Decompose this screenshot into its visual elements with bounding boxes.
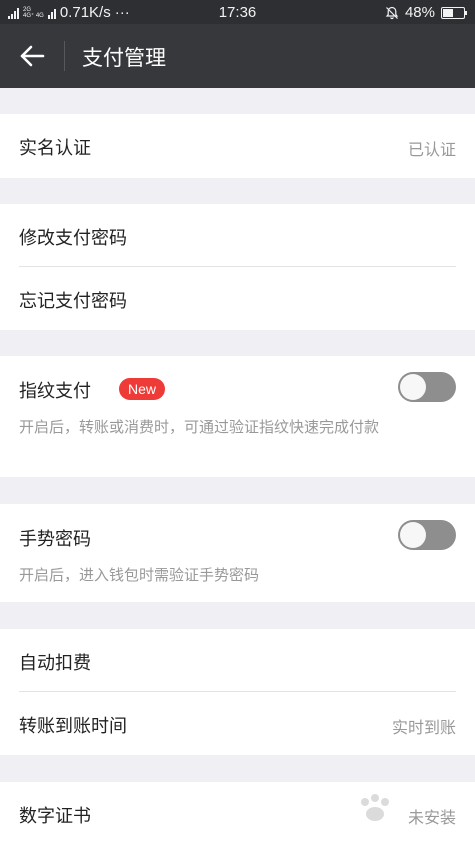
row-change-password[interactable]: 修改支付密码 (0, 204, 475, 267)
app-header: 支付管理 (0, 24, 475, 88)
arrow-left-icon (20, 45, 45, 67)
transfer-time-label: 转账到账时间 (19, 716, 127, 737)
new-badge: New (119, 378, 166, 400)
row-forgot-password[interactable]: 忘记支付密码 (0, 267, 475, 330)
back-button[interactable] (12, 36, 52, 76)
battery-percent: 48% (404, 4, 435, 21)
fingerprint-toggle[interactable] (398, 372, 456, 402)
transfer-time-value: 实时到账 (391, 718, 456, 737)
page-title: 支付管理 (82, 46, 166, 70)
bell-muted-icon (385, 6, 399, 19)
real-name-value: 已认证 (407, 140, 456, 159)
header-divider (64, 41, 65, 71)
status-bar: 2G 4G⁺ 4G 0.71K/s ··· 17:36 48% (0, 0, 475, 24)
group-gesture: 手势密码 开启后，进入钱包时需验证手势密码 (0, 504, 475, 602)
change-password-label: 修改支付密码 (19, 228, 127, 249)
row-real-name[interactable]: 实名认证 已认证 (0, 114, 475, 178)
certificate-label: 数字证书 (19, 806, 91, 827)
fingerprint-description: 开启后，转账或消费时，可通过验证指纹快速完成付款 (19, 418, 380, 436)
row-auto-deduct[interactable]: 自动扣费 (0, 629, 475, 692)
auto-deduct-label: 自动扣费 (19, 653, 91, 674)
gesture-label: 手势密码 (19, 529, 91, 550)
watermark-logo (361, 794, 389, 821)
status-right: 48% (385, 4, 467, 21)
group-payments: 自动扣费 转账到账时间 实时到账 (0, 629, 475, 755)
battery-icon (441, 6, 467, 19)
toggle-knob (400, 522, 426, 548)
gesture-toggle[interactable] (398, 520, 456, 550)
group-passwords: 修改支付密码 忘记支付密码 (0, 204, 475, 330)
group-real-name: 实名认证 已认证 (0, 114, 475, 178)
forgot-password-label: 忘记支付密码 (19, 291, 127, 312)
real-name-label: 实名认证 (19, 138, 91, 159)
row-transfer-time[interactable]: 转账到账时间 实时到账 (0, 692, 475, 755)
gesture-description: 开启后，进入钱包时需验证手势密码 (19, 566, 260, 584)
fingerprint-label: 指纹支付 (19, 381, 91, 402)
group-fingerprint: 指纹支付 New 开启后，转账或消费时，可通过验证指纹快速完成付款 (0, 356, 475, 477)
toggle-knob (400, 374, 426, 400)
